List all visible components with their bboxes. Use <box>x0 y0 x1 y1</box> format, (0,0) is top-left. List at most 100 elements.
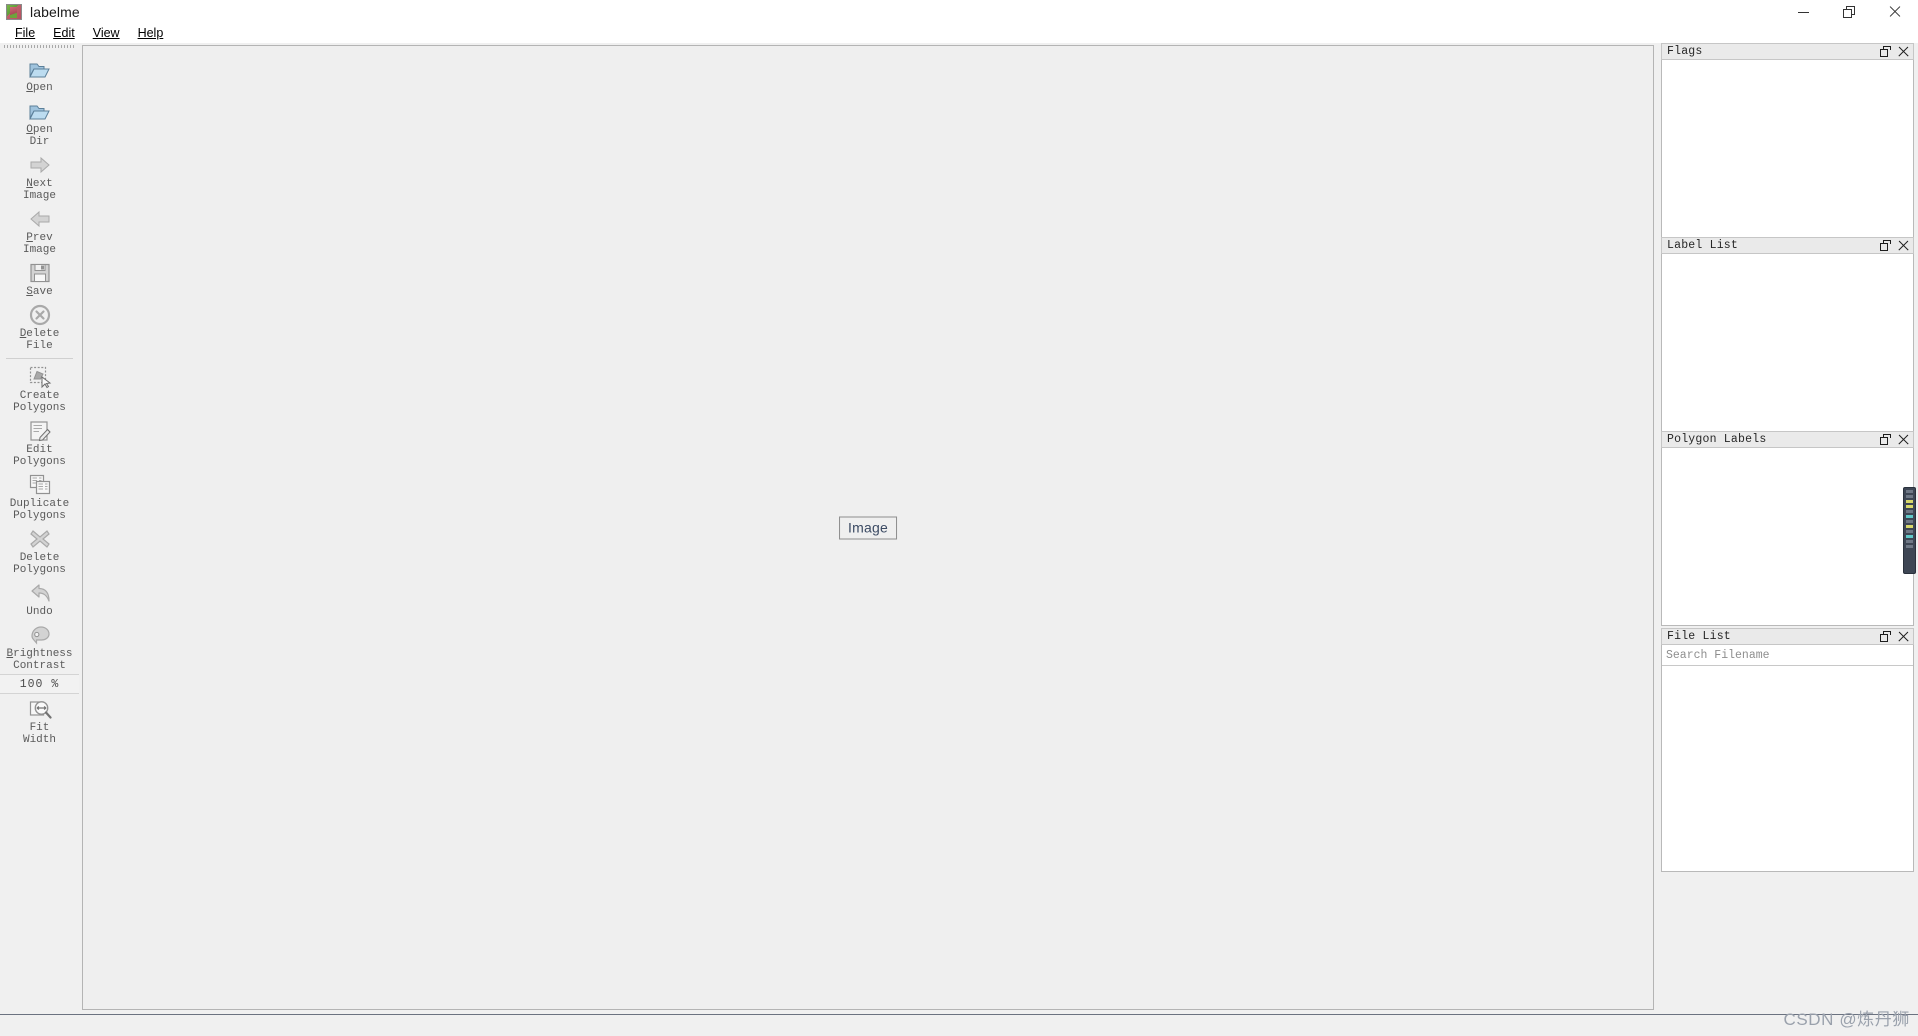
toolbar-button-delete-file[interactable]: Delete File <box>0 300 79 354</box>
dock-title-flags[interactable]: Flags <box>1661 43 1914 60</box>
search-filename-input[interactable] <box>1662 646 1913 666</box>
dock-buttons-flags <box>1880 46 1911 57</box>
menu-view-label: View <box>92 26 120 40</box>
dock-file-list: File List <box>1661 628 1914 872</box>
close-dock-icon[interactable] <box>1898 631 1909 642</box>
toolbar-button-open[interactable]: Open <box>0 54 79 96</box>
dock-polygon-labels: Polygon Labels <box>1661 431 1914 626</box>
window-title: labelme <box>30 4 80 20</box>
toolbar-label-delete-file: Delete File <box>19 328 60 352</box>
menu-help-label: Help <box>137 26 164 40</box>
restore-button[interactable] <box>1826 0 1872 24</box>
toolbar-separator <box>6 358 73 359</box>
restore-icon <box>1843 6 1855 18</box>
menu-edit-label: Edit <box>53 26 75 40</box>
canvas-area: Image <box>79 43 1657 1014</box>
toolbar-button-create-polygons[interactable]: Create Polygons <box>0 362 79 416</box>
float-dock-icon[interactable] <box>1880 46 1891 57</box>
toolbar-label-next-image: Next Image <box>22 178 56 202</box>
x-cross-icon <box>28 527 52 551</box>
menu-item-file[interactable]: File <box>6 25 44 42</box>
toolbar-button-open-dir[interactable]: Open Dir <box>0 96 79 150</box>
menu-item-help[interactable]: Help <box>129 25 173 42</box>
dock-title-label-list[interactable]: Label List <box>1661 237 1914 254</box>
image-canvas[interactable]: Image <box>82 45 1654 1010</box>
dock-body-flags[interactable] <box>1661 60 1914 238</box>
toolbar-label-edit-polygons: Edit Polygons <box>13 444 66 468</box>
float-dock-icon[interactable] <box>1880 631 1891 642</box>
toolbar-button-delete-polygons[interactable]: Delete Polygons <box>0 524 79 578</box>
toolbar-label-fit-width: Fit Width <box>22 722 56 746</box>
close-dock-icon[interactable] <box>1898 434 1909 445</box>
dock-flags: Flags <box>1661 43 1914 238</box>
arrow-left-icon <box>28 207 52 231</box>
dock-body-polygon-labels[interactable] <box>1661 448 1914 626</box>
csdn-watermark: CSDN @炼丹狮 <box>1783 1010 1910 1029</box>
menu-item-view[interactable]: View <box>84 25 129 42</box>
toolbar-button-brightness-contrast[interactable]: Brightness Contrast <box>0 620 79 674</box>
duplicate-icon <box>28 473 52 497</box>
fit-width-magnifier-icon <box>28 697 52 721</box>
toolbar-label-save: Save <box>26 286 53 298</box>
toolbar-label-duplicate-polygons: Duplicate Polygons <box>9 498 70 522</box>
edit-pencil-icon <box>28 419 52 443</box>
toolbar-button-next-image[interactable]: Next Image <box>0 150 79 204</box>
toolbar-label-open: Open <box>26 82 53 94</box>
toolbar-button-fit-width[interactable]: Fit Width <box>0 694 79 748</box>
menu-bar: File Edit View Help <box>0 24 1918 43</box>
toolbar-label-prev-image: Prev Image <box>22 232 56 256</box>
toolbar-label-delete-polygons: Delete Polygons <box>13 552 66 576</box>
close-dock-icon[interactable] <box>1898 240 1909 251</box>
floppy-disk-icon <box>28 261 52 285</box>
close-icon <box>1889 6 1901 18</box>
toolbar-label-open-dir: Open Dir <box>26 124 53 148</box>
dock-title-text-label-list: Label List <box>1667 239 1739 252</box>
toolbar-button-save[interactable]: Save <box>0 258 79 300</box>
close-dock-icon[interactable] <box>1898 46 1909 57</box>
dock-title-text-file-list: File List <box>1667 630 1731 643</box>
toolbar-drag-handle[interactable] <box>4 45 76 52</box>
create-polygon-icon <box>28 365 52 389</box>
circle-x-icon <box>28 303 52 327</box>
title-bar: labelme <box>0 0 1918 24</box>
float-dock-icon[interactable] <box>1880 240 1891 251</box>
menu-item-edit[interactable]: Edit <box>44 25 84 42</box>
toolbar-button-duplicate-polygons[interactable]: Duplicate Polygons <box>0 470 79 524</box>
float-dock-icon[interactable] <box>1880 434 1891 445</box>
toolbar-button-edit-polygons[interactable]: Edit Polygons <box>0 416 79 470</box>
left-toolbar: Open Open Dir Next Image Prev Image Save Dele… <box>0 43 79 1014</box>
minimize-icon <box>1797 11 1809 13</box>
toolbar-label-create-polygons: Create Polygons <box>13 390 66 414</box>
dock-body-label-list[interactable] <box>1661 254 1914 432</box>
brightness-icon <box>28 623 52 647</box>
dock-label-list: Label List <box>1661 237 1914 432</box>
zoom-value-spinner[interactable]: 100 % <box>0 674 79 694</box>
canvas-image-placeholder: Image <box>839 516 897 539</box>
menu-file-label: File <box>15 26 36 40</box>
zoom-value-text: 100 % <box>19 677 60 691</box>
bottom-divider <box>0 1014 1918 1015</box>
dock-buttons-file-list <box>1880 631 1911 642</box>
toolbar-label-undo: Undo <box>26 606 53 618</box>
dock-title-text-polygon-labels: Polygon Labels <box>1667 433 1767 446</box>
dock-title-text-flags: Flags <box>1667 45 1703 58</box>
dock-body-file-list[interactable] <box>1661 645 1914 872</box>
dock-title-polygon-labels[interactable]: Polygon Labels <box>1661 431 1914 448</box>
toolbar-label-brightness-contrast: Brightness Contrast <box>6 648 73 672</box>
toolbar-items: Open Open Dir Next Image Prev Image Save Dele… <box>0 54 79 748</box>
dock-buttons-label-list <box>1880 240 1911 251</box>
open-folder-icon <box>28 57 52 81</box>
window-controls <box>1780 0 1918 24</box>
close-button[interactable] <box>1872 0 1918 24</box>
undo-arrow-icon <box>28 581 52 605</box>
dock-title-file-list[interactable]: File List <box>1661 628 1914 645</box>
labelme-app-icon <box>6 4 22 20</box>
toolbar-button-prev-image[interactable]: Prev Image <box>0 204 79 258</box>
dock-buttons-polygon-labels <box>1880 434 1911 445</box>
open-folder-icon <box>28 99 52 123</box>
minimize-button[interactable] <box>1780 0 1826 24</box>
right-dock-panel: Flags Label List Polygon Labels File List <box>1657 43 1918 1014</box>
arrow-right-icon <box>28 153 52 177</box>
toolbar-button-undo[interactable]: Undo <box>0 578 79 620</box>
vertical-scrollbar-artifact[interactable] <box>1903 487 1916 574</box>
